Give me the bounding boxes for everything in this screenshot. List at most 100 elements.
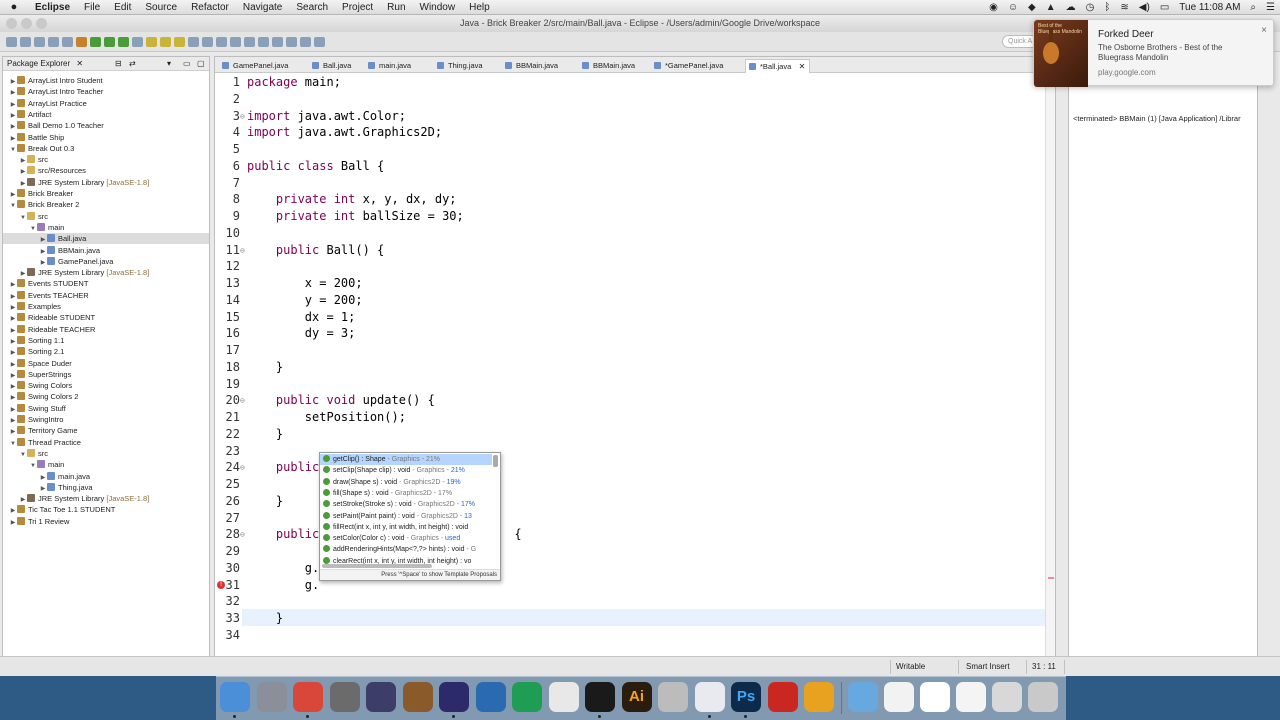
minimize-window-button[interactable]	[21, 18, 32, 29]
completion-item[interactable]: fill(Shape s) : void - Graphics2D - 17%	[320, 488, 492, 499]
tree-toggle-icon[interactable]: ▶	[9, 518, 17, 529]
menu-refactor[interactable]: Refactor	[184, 2, 236, 13]
tree-item[interactable]: ▶ Swing Colors 2	[3, 391, 209, 402]
menu-help[interactable]: Help	[462, 2, 497, 13]
completion-item[interactable]: setPaint(Paint paint) : void - Graphics2…	[320, 511, 492, 522]
tree-item[interactable]: ▶ ArrayList Intro Teacher	[3, 86, 209, 97]
acrobat-icon[interactable]	[767, 682, 798, 712]
minimize-view-icon[interactable]: ▭	[183, 57, 191, 71]
editor-tab[interactable]: main.java	[365, 59, 411, 73]
coverage-icon[interactable]	[118, 36, 129, 47]
close-tab-icon[interactable]: ✕	[799, 60, 806, 73]
new-package-icon[interactable]	[160, 36, 171, 47]
tree-item[interactable]: ▼ Thread Practice	[3, 437, 209, 448]
tree-item[interactable]: ▼ src	[3, 448, 209, 459]
document-csv-icon[interactable]	[884, 682, 914, 712]
menu-source[interactable]: Source	[138, 2, 184, 13]
tree-item[interactable]: ▶ src/Resources	[3, 165, 209, 176]
collapse-all-icon[interactable]: ⊟	[115, 57, 122, 71]
apple-menu-icon[interactable]: ●	[0, 1, 28, 13]
fold-toggle-icon[interactable]: ⊖	[240, 530, 245, 539]
battery-icon[interactable]: ▭	[1155, 2, 1174, 13]
close-window-button[interactable]	[6, 18, 17, 29]
trash-icon[interactable]	[1028, 682, 1058, 712]
applications-folder-icon[interactable]	[848, 682, 878, 712]
menu-eclipse[interactable]: Eclipse	[28, 2, 77, 13]
zoom-window-button[interactable]	[36, 18, 47, 29]
menu-search[interactable]: Search	[289, 2, 335, 13]
tree-item[interactable]: ▶ Brick Breaker	[3, 188, 209, 199]
completion-item[interactable]: addRenderingHints(Map<?,?> hints) : void…	[320, 544, 492, 555]
tree-item[interactable]: ▶ Sorting 1.1	[3, 335, 209, 346]
launchpad-icon[interactable]	[256, 682, 287, 712]
timemachine-icon[interactable]: ◷	[1081, 2, 1100, 13]
tree-item[interactable]: ▼ main	[3, 222, 209, 233]
content-assist-hscrollbar[interactable]	[322, 564, 432, 568]
tree-item[interactable]: ▶ Swing Colors	[3, 380, 209, 391]
tree-item[interactable]: ▶ Events TEACHER	[3, 290, 209, 301]
prev-annotation-icon[interactable]	[286, 36, 297, 47]
tree-item[interactable]: ▶ GamePanel.java	[3, 256, 209, 267]
fold-toggle-icon[interactable]: ⊖	[240, 396, 245, 405]
editor-tab[interactable]: BBMain.java	[502, 59, 558, 73]
illustrator-icon[interactable]: Ai	[621, 682, 652, 712]
eclipse-icon[interactable]	[439, 682, 469, 712]
link-editor-icon[interactable]: ⇄	[129, 57, 136, 71]
editor-tab[interactable]: BBMain.java	[579, 59, 635, 73]
tree-item[interactable]: ▶ Artifact	[3, 109, 209, 120]
new-java-project-icon[interactable]	[146, 36, 157, 47]
fold-toggle-icon[interactable]: ⊖	[240, 112, 245, 121]
tree-item[interactable]: ▶ JRE System Library [JavaSE-1.8]	[3, 493, 209, 504]
view-menu-icon[interactable]: ▾	[167, 57, 171, 71]
drive-icon[interactable]: ▲	[1041, 2, 1061, 13]
tree-item[interactable]: ▶ Thing.java	[3, 482, 209, 493]
close-view-icon[interactable]: ✕	[76, 59, 83, 68]
tree-item[interactable]: ▶ ArrayList Intro Student	[3, 75, 209, 86]
tree-item[interactable]: ▶ JRE System Library [JavaSE-1.8]	[3, 267, 209, 278]
screenshot-icon[interactable]	[992, 682, 1022, 712]
calculator-icon[interactable]	[329, 682, 360, 712]
menu-file[interactable]: File	[77, 2, 107, 13]
overview-ruler[interactable]	[1045, 73, 1055, 669]
completion-item[interactable]: fillRect(int x, int y, int width, int he…	[320, 522, 492, 533]
music-notification[interactable]: Best of the Bluegrass Mandolin Forked De…	[1033, 19, 1274, 87]
utilities-icon[interactable]	[658, 682, 688, 712]
annotation-icon[interactable]	[216, 36, 227, 47]
completion-item[interactable]: setStroke(Stroke s) : void - Graphics2D …	[320, 499, 492, 510]
tree-item[interactable]: ▶ Battle Ship	[3, 132, 209, 143]
whitespace-icon[interactable]	[258, 36, 269, 47]
completion-item[interactable]: setClip(Shape clip) : void - Graphics - …	[320, 465, 492, 476]
menu-window[interactable]: Window	[413, 2, 463, 13]
completion-item[interactable]: getClip() : Shape - Graphics - 21%	[320, 454, 492, 465]
activity-monitor-icon[interactable]	[585, 682, 615, 712]
editor-tab[interactable]: GamePanel.java	[219, 59, 288, 73]
tree-item[interactable]: ▼ Brick Breaker 2	[3, 199, 209, 210]
search-icon[interactable]	[202, 36, 213, 47]
finder-icon[interactable]	[220, 682, 250, 712]
clock[interactable]: Tue 11:08 AM	[1174, 2, 1245, 13]
fold-toggle-icon[interactable]: ⊖	[240, 463, 245, 472]
completion-item[interactable]: draw(Shape s) : void - Graphics2D - 19%	[320, 477, 492, 488]
app-grid-icon[interactable]	[548, 682, 579, 712]
tree-item[interactable]: ▼ src	[3, 211, 209, 222]
skip-breakpoints-icon[interactable]	[62, 36, 73, 47]
tree-item[interactable]: ▶ Ball.java	[3, 233, 209, 245]
tree-item[interactable]: ▶ JRE System Library [JavaSE-1.8]	[3, 177, 209, 188]
tree-item[interactable]: ▶ BBMain.java	[3, 245, 209, 256]
error-icon[interactable]: !	[217, 580, 225, 589]
editor-tab[interactable]: Thing.java	[434, 59, 483, 73]
completion-item[interactable]: setColor(Color c) : void - Graphics - us…	[320, 533, 492, 544]
tree-item[interactable]: ▼ main	[3, 459, 209, 470]
tree-item[interactable]: ▶ ArrayList Practice	[3, 98, 209, 109]
document-blank-icon[interactable]	[956, 682, 986, 712]
open-type-icon[interactable]	[188, 36, 199, 47]
run-icon[interactable]	[104, 36, 115, 47]
back-icon[interactable]	[300, 36, 311, 47]
menu-project[interactable]: Project	[335, 2, 380, 13]
tree-item[interactable]: ▶ Examples	[3, 301, 209, 312]
menu-edit[interactable]: Edit	[107, 2, 138, 13]
tree-item[interactable]: ▶ main.java	[3, 471, 209, 482]
editor-tab[interactable]: *Ball.java ✕	[745, 59, 811, 73]
overview-marker[interactable]	[1048, 577, 1054, 579]
tree-item[interactable]: ▶ Events STUDENT	[3, 278, 209, 289]
